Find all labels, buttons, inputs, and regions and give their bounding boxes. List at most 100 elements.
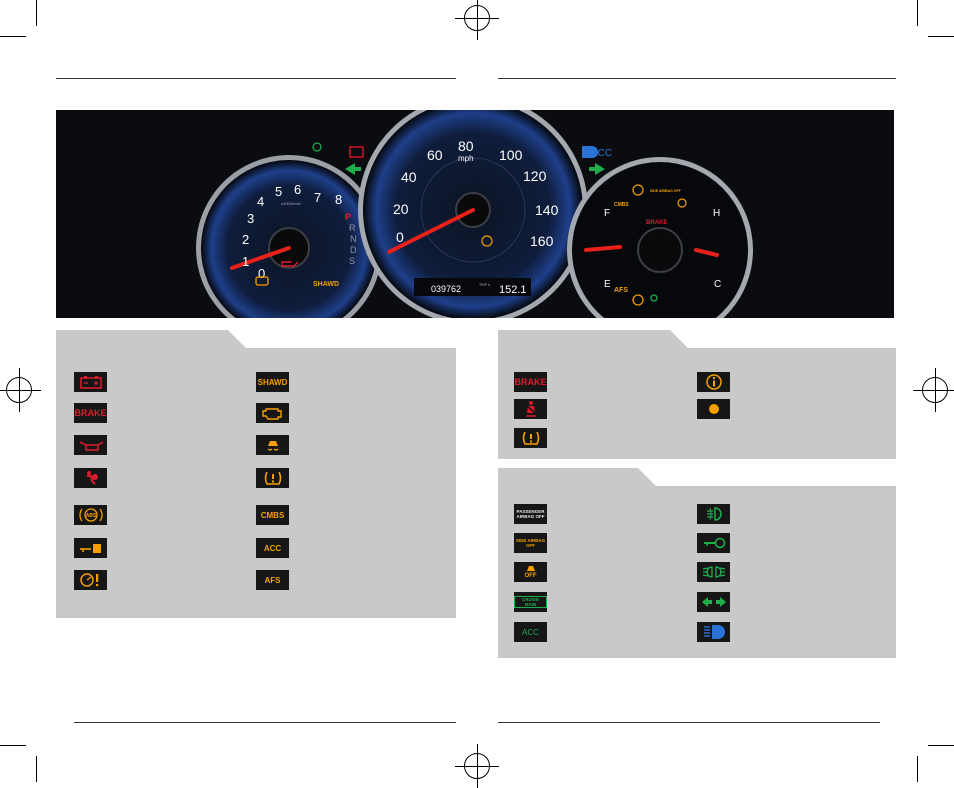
gear-letter: N — [350, 234, 357, 244]
battery-icon — [349, 146, 364, 158]
acc-icon: ACC — [514, 622, 547, 642]
trip-value: 152.1 — [499, 284, 527, 296]
acc-icon: ACC — [256, 538, 289, 558]
instrument-cluster-photo: 0 1 2 3 4 5 6 7 8 x1000r/min P R N D S S… — [56, 110, 894, 318]
speed-tick-label: 40 — [401, 169, 417, 185]
registration-mark — [913, 368, 954, 412]
odometer-value: 039762 — [431, 284, 461, 294]
crop-mark — [928, 745, 954, 746]
tachometer: 0 1 2 3 4 5 6 7 8 x1000r/min P R N D S S… — [196, 155, 382, 318]
shawd-indicator: SHAWD — [313, 281, 339, 288]
airbag-icon — [74, 468, 107, 488]
high-beam-icon — [582, 146, 598, 158]
tach-tick-label: 5 — [275, 184, 282, 199]
right-top-panel-tab — [498, 330, 688, 348]
cruise-main-icon: CRUISE MAIN — [514, 592, 547, 612]
header-rule-right — [498, 78, 896, 79]
crop-mark — [917, 756, 918, 782]
speed-tick-label: 60 — [427, 147, 443, 163]
afs-icon: AFS — [256, 570, 289, 590]
temp-hot-label: H — [713, 208, 720, 219]
tpms-icon — [514, 428, 547, 448]
acc-icon-label: ACC — [522, 627, 539, 637]
gear-letter: R — [349, 223, 356, 233]
fuel-full-label: F — [604, 208, 610, 219]
turn-signal-icon — [697, 592, 730, 612]
cmbs-indicator: CMBS — [614, 202, 629, 208]
crop-mark — [917, 0, 918, 26]
tpms-icon — [256, 468, 289, 488]
speed-tick-label: 0 — [396, 229, 404, 245]
amber-dot-icon-glyph — [708, 404, 719, 414]
abs-icon: ABS — [74, 505, 107, 525]
speed-tick-label: 80 — [458, 138, 474, 154]
speed-tick-label: 140 — [535, 202, 559, 218]
afs-icon-label: AFS — [264, 575, 281, 585]
seatbelt-icon-glyph — [525, 401, 536, 417]
info-icon-glyph — [705, 374, 722, 390]
fuel-temp-gauge: F E H C BRAKE CMBS AFS SIDE AIRBAG OFF — [567, 157, 753, 318]
fuel-empty-label: E — [604, 279, 611, 290]
immobilizer-icon-glyph — [79, 544, 101, 553]
key-icon — [697, 533, 730, 553]
cruise-main-label: CRUISE MAIN — [514, 596, 547, 608]
afs-indicator: AFS — [614, 287, 628, 294]
passenger-airbag-off-label: PASSENGER AIRBAG OFF — [516, 509, 545, 519]
registration-mark — [455, 0, 499, 40]
turn-right-icon — [595, 163, 605, 175]
left-panel-tab — [56, 330, 246, 348]
tach-unit: x1000r/min — [281, 201, 301, 206]
battery-icon — [74, 372, 107, 392]
side-airbag-indicator: SIDE AIRBAG OFF — [650, 189, 682, 193]
immobilizer-icon — [74, 538, 107, 558]
crop-mark — [928, 36, 954, 37]
shawd-icon-label: SHAWD — [257, 377, 288, 387]
cluster-graphic: 0 1 2 3 4 5 6 7 8 x1000r/min P R N D S S… — [196, 110, 753, 318]
brake-icon-label: BRAKE — [514, 377, 547, 387]
oil-pressure-icon-glyph — [79, 441, 103, 451]
crop-mark — [0, 745, 26, 746]
gear-letter: S — [349, 256, 355, 266]
footer-rule-left — [74, 722, 456, 723]
parking-light-icon — [697, 562, 730, 582]
right-bottom-panel-tab — [498, 468, 656, 486]
speed-unit: mph — [458, 154, 474, 163]
footer-rule-right — [498, 722, 880, 723]
fog-light-icon — [312, 142, 322, 152]
tpms-icon-glyph — [264, 471, 281, 485]
tach-tick-label: 1 — [242, 254, 249, 269]
amber-dot-icon — [697, 399, 730, 419]
speed-tick-label: 20 — [393, 201, 409, 217]
vsa-off-car-glyph — [526, 566, 535, 571]
speedometer: 0 20 40 60 80 100 120 140 160 mph 039762… — [358, 110, 588, 318]
parking-light-icon-glyph — [702, 566, 725, 578]
side-airbag-off-icon: SIDE AIRBAG OFF — [514, 533, 547, 553]
crop-mark — [0, 36, 26, 37]
key-icon-glyph — [703, 537, 725, 549]
tach-tick-label: 6 — [294, 182, 301, 197]
battery-icon-glyph — [79, 376, 102, 389]
cmbs-icon: CMBS — [256, 505, 289, 525]
speed-tick-label: 160 — [530, 233, 554, 249]
temp-cold-label: C — [714, 279, 721, 290]
seatbelt-icon — [514, 399, 547, 419]
tach-tick-label: 2 — [242, 232, 249, 247]
abs-icon-glyph: ABS — [78, 508, 103, 522]
vsa-icon — [256, 435, 289, 455]
turn-left-icon-tail — [355, 167, 361, 171]
registration-mark — [0, 368, 41, 412]
high-beam-icon-glyph — [703, 625, 725, 639]
cmbs-icon-label: CMBS — [260, 510, 285, 520]
crop-mark — [36, 756, 37, 782]
vsa-off-icon: OFF — [514, 562, 547, 582]
turn-signal-icon-glyph — [701, 597, 726, 607]
brake-icon: BRAKE — [74, 403, 107, 423]
abs-icon-label: ABS — [85, 513, 96, 519]
check-engine-icon — [256, 403, 289, 423]
check-engine-icon-glyph — [261, 408, 282, 420]
side-airbag-off-label: SIDE AIRBAG OFF — [515, 538, 546, 548]
trip-prefix: TRIP A — [479, 283, 491, 287]
fog-light-icon — [697, 504, 730, 524]
tach-tick-label: 0 — [258, 266, 265, 281]
tach-tick-label: 7 — [314, 190, 321, 205]
